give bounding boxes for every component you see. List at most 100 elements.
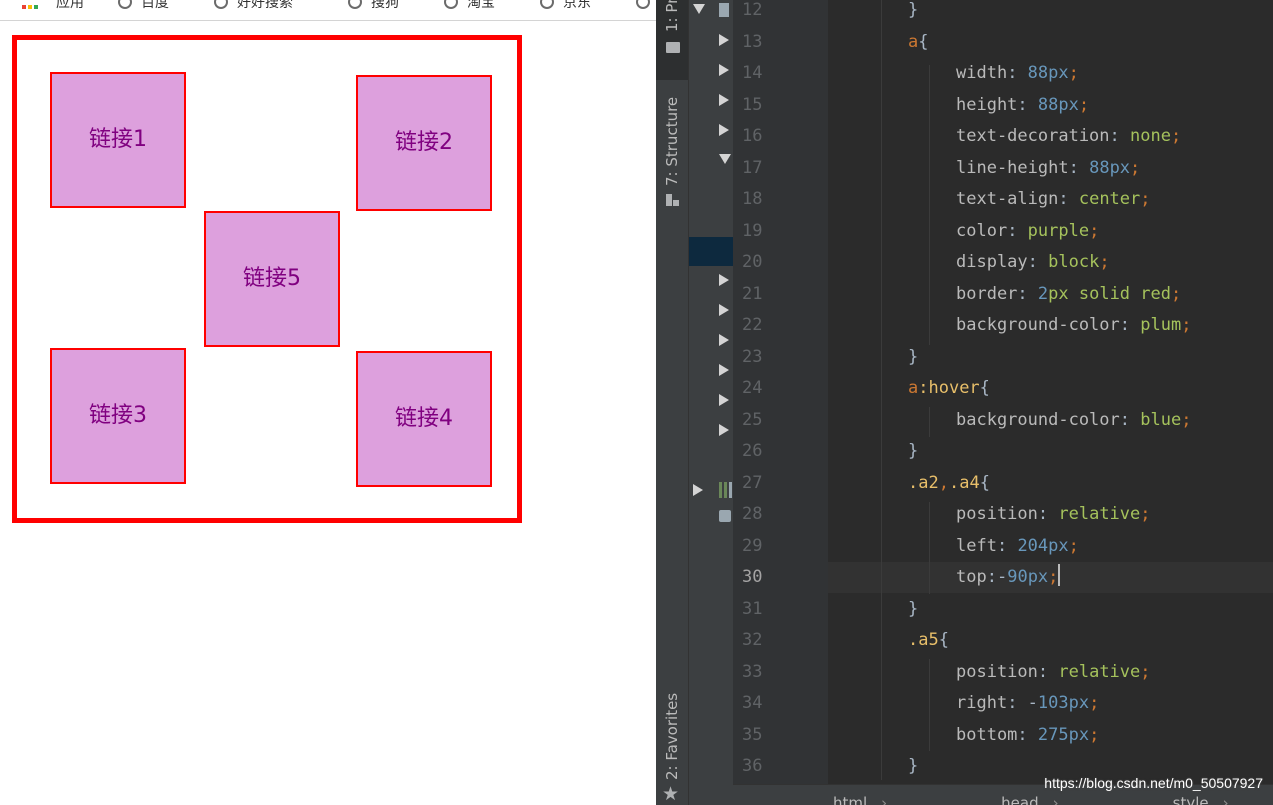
separator: : xyxy=(1017,724,1038,745)
css-selector: .a5 xyxy=(908,630,939,650)
brace: } xyxy=(908,441,919,461)
separator: : xyxy=(1017,94,1038,115)
collapse-icon[interactable] xyxy=(719,364,729,376)
semicolon: ; xyxy=(1089,220,1100,241)
breadcrumb-item[interactable]: head xyxy=(1001,794,1038,805)
collapse-icon[interactable] xyxy=(719,334,729,346)
bookmark-taobao[interactable]: 淘宝 xyxy=(444,0,495,12)
css-number: 88 xyxy=(1089,157,1110,178)
demo-link-4[interactable]: 链接4 xyxy=(356,351,492,487)
text-caret xyxy=(1058,564,1061,586)
css-unit: px xyxy=(1048,535,1069,556)
folder-icon xyxy=(666,42,680,53)
bookmark-apps[interactable]: 应用 xyxy=(22,0,84,12)
css-property: bottom xyxy=(956,724,1018,745)
collapse-icon[interactable] xyxy=(719,34,729,46)
semicolon: ; xyxy=(1181,409,1192,430)
collapse-icon[interactable] xyxy=(719,304,729,316)
code-line: line-height: 88px; xyxy=(956,153,1140,184)
watermark: https://blog.csdn.net/m0_50507927 xyxy=(1044,775,1263,791)
brace: } xyxy=(908,346,919,367)
semicolon: ; xyxy=(1099,252,1110,272)
demo-link-3[interactable]: 链接3 xyxy=(50,348,186,484)
collapse-icon[interactable] xyxy=(719,274,729,286)
css-unit: px xyxy=(1109,157,1131,178)
separator: : xyxy=(1007,220,1028,241)
css-number: 90 xyxy=(1007,567,1028,587)
collapse-icon[interactable] xyxy=(719,64,729,76)
css-unit: px xyxy=(1048,63,1069,83)
globe-icon xyxy=(214,0,228,9)
semicolon: ; xyxy=(1048,567,1059,587)
code-line: bottom: 275px; xyxy=(956,720,1099,751)
line-number: 19 xyxy=(742,220,763,241)
separator: : - xyxy=(1007,693,1038,713)
code-line: } xyxy=(908,436,918,467)
semicolon: ; xyxy=(1140,504,1151,524)
file-icon xyxy=(719,3,729,17)
bookmark-label: 应用 xyxy=(56,0,84,11)
tab-project[interactable]: 1: Project xyxy=(656,0,688,80)
breadcrumb-item[interactable]: html xyxy=(833,794,867,805)
css-property: border xyxy=(956,283,1018,304)
semicolon: ; xyxy=(1068,63,1079,83)
line-number: 23 xyxy=(742,346,763,367)
star-icon: ★ xyxy=(662,783,680,805)
collapse-icon[interactable] xyxy=(719,94,729,106)
line-number: 34 xyxy=(742,693,763,713)
demo-link-5[interactable]: 链接5 xyxy=(204,211,340,347)
code-editor[interactable]: } a{width: 88px; height: 88px; text-decorat… xyxy=(828,0,1273,805)
line-number: 35 xyxy=(742,724,763,745)
expand-icon[interactable] xyxy=(693,4,705,14)
collapse-icon[interactable] xyxy=(719,124,729,136)
indent-guide xyxy=(929,659,930,751)
code-line: top:-90px; xyxy=(956,562,1061,593)
apps-grid-icon xyxy=(22,0,42,9)
code-line: background-color: blue; xyxy=(956,405,1191,436)
semicolon: ; xyxy=(1181,315,1192,335)
bookmark-sogou[interactable]: 搜狗 xyxy=(348,0,399,12)
bookmark-label: 好好搜索 xyxy=(237,0,293,11)
bookmark-jd[interactable]: 京东 xyxy=(540,0,591,12)
code-line: height: 88px; xyxy=(956,90,1089,121)
css-number: 2 xyxy=(1037,283,1049,304)
css-unit: px xyxy=(1068,724,1090,745)
line-number: 33 xyxy=(742,661,763,682)
bookmark-baidu[interactable]: 百度 xyxy=(118,0,169,12)
css-property: right xyxy=(956,693,1008,713)
demo-link-1[interactable]: 链接1 xyxy=(50,72,186,208)
css-property: text-align xyxy=(956,189,1059,209)
line-number: 30 xyxy=(742,567,763,587)
css-property: text-decoration xyxy=(956,126,1110,146)
line-number: 21 xyxy=(742,283,763,304)
css-number: 275 xyxy=(1037,724,1069,745)
line-number: 26 xyxy=(742,441,763,461)
code-line: } xyxy=(908,594,918,625)
punctuation: , xyxy=(938,472,949,493)
bookmark-haosou[interactable]: 好好搜索 xyxy=(214,0,293,12)
css-selector: a xyxy=(908,31,919,52)
structure-icon-part xyxy=(673,200,679,206)
expand-icon[interactable] xyxy=(719,154,731,164)
brace: } xyxy=(908,756,919,776)
selected-tree-row[interactable] xyxy=(689,237,733,266)
collapse-icon[interactable] xyxy=(719,394,729,406)
structure-icon-part xyxy=(666,200,672,206)
code-line: .a2,.a4{ xyxy=(908,468,990,499)
code-line: .a5{ xyxy=(908,625,949,656)
css-property: height xyxy=(956,94,1018,115)
brace: { xyxy=(979,472,990,493)
line-number: 18 xyxy=(742,189,763,209)
chevron-right-icon: › xyxy=(1222,794,1229,805)
demo-link-2[interactable]: 链接2 xyxy=(356,75,492,211)
separator: : xyxy=(1007,63,1028,83)
collapse-icon[interactable] xyxy=(719,424,729,436)
breadcrumb-item[interactable]: style xyxy=(1173,794,1209,805)
css-number: 88 xyxy=(1037,94,1059,115)
line-number: 20 xyxy=(742,252,763,272)
css-value: plum xyxy=(1140,315,1182,335)
code-line: text-align: center; xyxy=(956,184,1151,215)
indent-guide xyxy=(929,502,930,594)
ide-window: 1: Project 7: Structure 2: Favorites ★ xyxy=(656,0,1273,805)
collapse-icon[interactable] xyxy=(693,484,703,496)
